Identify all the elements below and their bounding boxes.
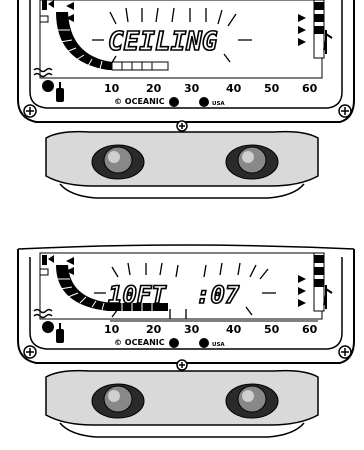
lcd-depth-text: 10FT <box>108 281 167 309</box>
scale-label: 40 <box>226 323 242 336</box>
brand-logo-text: © OCEANIC <box>114 97 165 106</box>
screw-icon <box>176 120 188 132</box>
scale-label: 10 <box>104 82 120 95</box>
scale-label: 30 <box>184 82 200 95</box>
scale-label: 60 <box>302 323 318 336</box>
segment-icon <box>39 15 49 23</box>
lcd-display-text: CEILING <box>108 27 218 57</box>
scale-label: 30 <box>184 323 200 336</box>
scale-label: 10 <box>104 323 120 336</box>
screw-icon <box>338 345 352 359</box>
country-label: USA <box>212 342 225 348</box>
dive-computer-panel-depth-time: 10FT :07 10 20 30 40 50 60 © OCEANIC USA <box>0 235 364 450</box>
screw-icon <box>23 345 37 359</box>
segment-icon <box>39 268 49 276</box>
indicator-dot <box>199 97 209 107</box>
scale-label: 20 <box>146 82 162 95</box>
right-button[interactable] <box>225 144 279 180</box>
scale-label: 40 <box>226 82 242 95</box>
indicator-dot <box>169 97 179 107</box>
screw-icon <box>338 104 352 118</box>
left-button[interactable] <box>91 144 145 180</box>
indicator-dot <box>199 338 209 348</box>
country-label: USA <box>212 101 225 107</box>
lcd-time-text: :07 <box>196 281 240 309</box>
scale-label: 50 <box>264 82 280 95</box>
screw-icon <box>23 104 37 118</box>
indicator-dot <box>169 338 179 348</box>
brand-logo-text: © OCEANIC <box>114 338 165 347</box>
scale-label: 20 <box>146 323 162 336</box>
right-button[interactable] <box>225 383 279 419</box>
screw-icon <box>176 359 188 371</box>
dive-computer-panel-ceiling: CEILING 10 20 30 40 50 60 © OCEANIC USA <box>0 0 364 215</box>
scale-label: 50 <box>264 323 280 336</box>
scale-label: 60 <box>302 82 318 95</box>
left-button[interactable] <box>91 383 145 419</box>
